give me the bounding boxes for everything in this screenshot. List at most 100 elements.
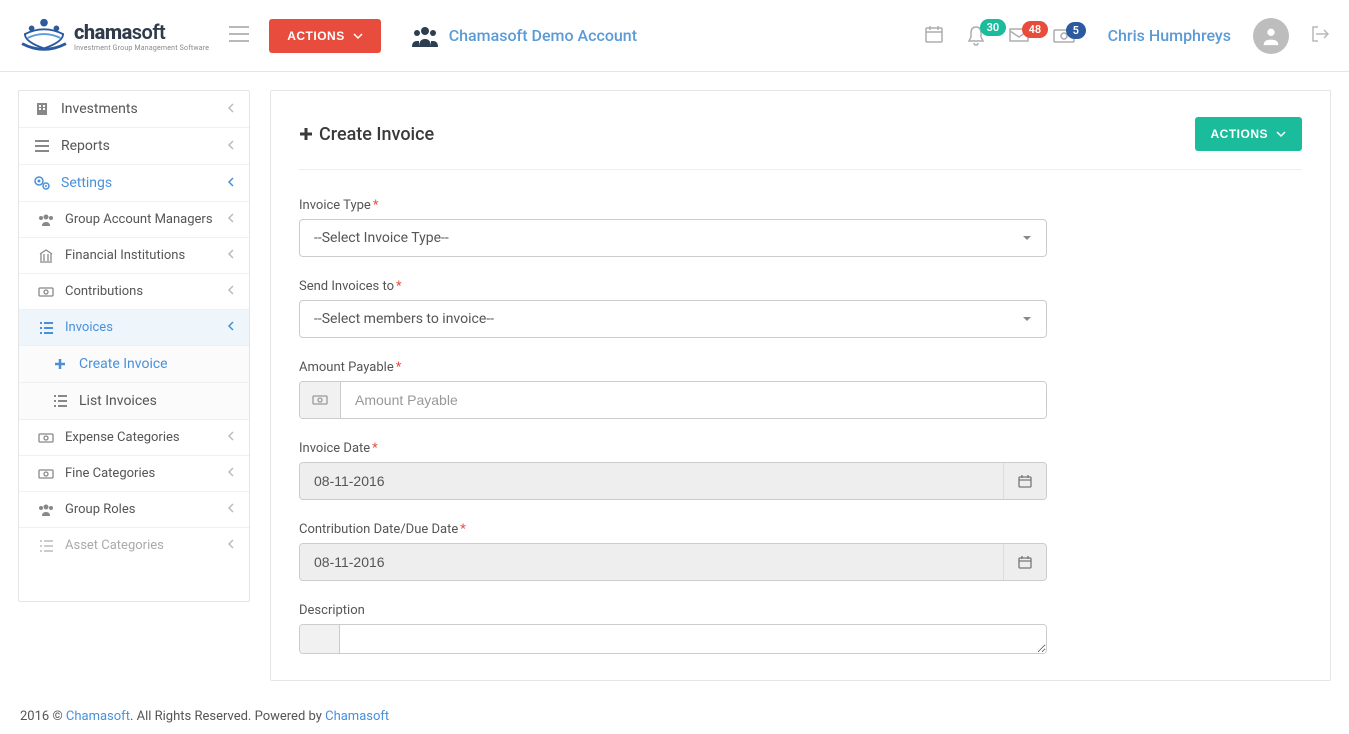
chevron-left-icon <box>227 466 235 481</box>
sidebar-item-financial-institutions[interactable]: Financial Institutions <box>19 238 249 274</box>
chevron-left-icon <box>227 138 235 154</box>
chevron-down-icon <box>353 31 363 41</box>
sidebar-label: Expense Categories <box>65 430 227 445</box>
amount-label: Amount Payable* <box>299 360 1302 375</box>
actions-button-content[interactable]: ACTIONS <box>1195 117 1303 151</box>
invoice-type-select[interactable]: --Select Invoice Type-- <box>299 219 1047 257</box>
sidebar-item-reports[interactable]: Reports <box>19 128 249 165</box>
sidebar-label: Reports <box>61 138 227 154</box>
chevron-left-icon <box>227 212 235 227</box>
user-icon <box>1260 25 1282 47</box>
form-group-invoice-date: Invoice Date* <box>299 441 1302 500</box>
sidebar-label: Asset Categories <box>65 538 227 553</box>
content-header: Create Invoice ACTIONS <box>299 117 1302 170</box>
sidebar-label: Financial Institutions <box>65 248 227 263</box>
group-icon <box>411 25 439 47</box>
actions-button-header[interactable]: ACTIONS <box>269 19 381 53</box>
actions-button-header-label: ACTIONS <box>287 29 345 43</box>
send-to-select[interactable]: --Select members to invoice-- <box>299 300 1047 338</box>
due-date-group <box>299 543 1047 581</box>
invoice-date-label: Invoice Date* <box>299 441 1302 456</box>
plus-icon <box>299 127 313 141</box>
due-date-label: Contribution Date/Due Date* <box>299 522 1302 537</box>
list-icon <box>37 322 55 334</box>
actions-button-content-label: ACTIONS <box>1211 127 1269 141</box>
page-title: Create Invoice <box>299 124 434 145</box>
description-textarea[interactable] <box>340 625 1046 653</box>
building-icon <box>33 102 51 116</box>
list-icon <box>37 540 55 552</box>
sidebar-item-settings[interactable]: Settings <box>19 165 249 202</box>
due-date-input[interactable] <box>300 544 1003 580</box>
money-icon <box>37 469 55 479</box>
sidebar-item-contributions[interactable]: Contributions <box>19 274 249 310</box>
sidebar-item-list-invoices[interactable]: List Invoices <box>19 383 249 420</box>
sidebar-item-create-invoice[interactable]: Create Invoice <box>19 346 249 383</box>
money-icon <box>37 433 55 443</box>
group-icon <box>37 214 55 226</box>
amount-input[interactable] <box>341 382 1046 418</box>
logout-icon[interactable] <box>1311 25 1329 47</box>
form-group-due-date: Contribution Date/Due Date* <box>299 522 1302 581</box>
sidebar-item-asset-categories[interactable]: Asset Categories <box>19 528 249 557</box>
sidebar-item-group-managers[interactable]: Group Account Managers <box>19 202 249 238</box>
messages-icon[interactable]: 48 <box>1008 27 1030 45</box>
sidebar-label: Fine Categories <box>65 466 227 481</box>
header: chamasoft Investment Group Management So… <box>0 0 1349 72</box>
bank-icon <box>37 249 55 263</box>
chevron-left-icon <box>227 430 235 445</box>
group-info[interactable]: Chamasoft Demo Account <box>411 25 637 47</box>
sidebar: Investments Reports Settings Group Accou… <box>18 90 250 602</box>
invoice-type-label: Invoice Type* <box>299 198 1302 213</box>
textarea-addon <box>300 625 340 653</box>
calendar-icon[interactable] <box>1003 463 1046 499</box>
caret-down-icon <box>1022 316 1032 322</box>
sidebar-item-expense-categories[interactable]: Expense Categories <box>19 420 249 456</box>
logo[interactable]: chamasoft Investment Group Management So… <box>20 15 209 57</box>
sidebar-item-group-roles[interactable]: Group Roles <box>19 492 249 528</box>
select-value: --Select members to invoice-- <box>314 311 494 327</box>
messages-badge: 48 <box>1022 21 1049 38</box>
form-group-amount: Amount Payable* <box>299 360 1302 419</box>
chevron-down-icon <box>1276 129 1286 139</box>
list-icon <box>33 140 51 152</box>
account-name: Chamasoft Demo Account <box>449 26 637 45</box>
calendar-icon[interactable] <box>1003 544 1046 580</box>
invoice-date-input[interactable] <box>300 463 1003 499</box>
send-to-label: Send Invoices to* <box>299 279 1302 294</box>
description-label: Description <box>299 603 1302 618</box>
username[interactable]: Chris Humphreys <box>1108 26 1231 45</box>
sidebar-label: Group Roles <box>65 502 227 517</box>
money-icon[interactable]: 5 <box>1052 28 1076 44</box>
chevron-left-icon <box>227 320 235 335</box>
header-right: 30 48 5 Chris Humphreys <box>924 18 1329 54</box>
sidebar-item-investments[interactable]: Investments <box>19 91 249 128</box>
container: Investments Reports Settings Group Accou… <box>0 72 1349 699</box>
sidebar-item-fine-categories[interactable]: Fine Categories <box>19 456 249 492</box>
invoice-date-group <box>299 462 1047 500</box>
avatar[interactable] <box>1253 18 1289 54</box>
group-icon <box>37 504 55 516</box>
notifications-icon[interactable]: 30 <box>966 25 986 47</box>
select-value: --Select Invoice Type-- <box>314 230 449 246</box>
hamburger-menu-icon[interactable] <box>229 26 249 46</box>
sidebar-label: Create Invoice <box>79 356 235 372</box>
chevron-left-icon <box>227 502 235 517</box>
chevron-left-icon <box>227 101 235 117</box>
footer-company-link[interactable]: Chamasoft <box>66 709 130 724</box>
form-group-send-to: Send Invoices to* --Select members to in… <box>299 279 1302 338</box>
sidebar-label: Group Account Managers <box>65 212 227 227</box>
money-icon <box>37 287 55 297</box>
form-group-description: Description <box>299 603 1302 654</box>
logo-icon <box>20 15 68 57</box>
calendar-icon[interactable] <box>924 24 944 48</box>
sidebar-item-invoices[interactable]: Invoices <box>19 310 249 346</box>
sidebar-label: Contributions <box>65 284 227 299</box>
list-icon <box>51 395 69 407</box>
money-badge: 5 <box>1066 22 1086 39</box>
content: Create Invoice ACTIONS Invoice Type* --S… <box>270 90 1331 681</box>
footer-powered-link[interactable]: Chamasoft <box>325 709 389 724</box>
sidebar-label: Settings <box>61 175 227 191</box>
chevron-left-icon <box>227 284 235 299</box>
sidebar-label: List Invoices <box>79 393 235 409</box>
